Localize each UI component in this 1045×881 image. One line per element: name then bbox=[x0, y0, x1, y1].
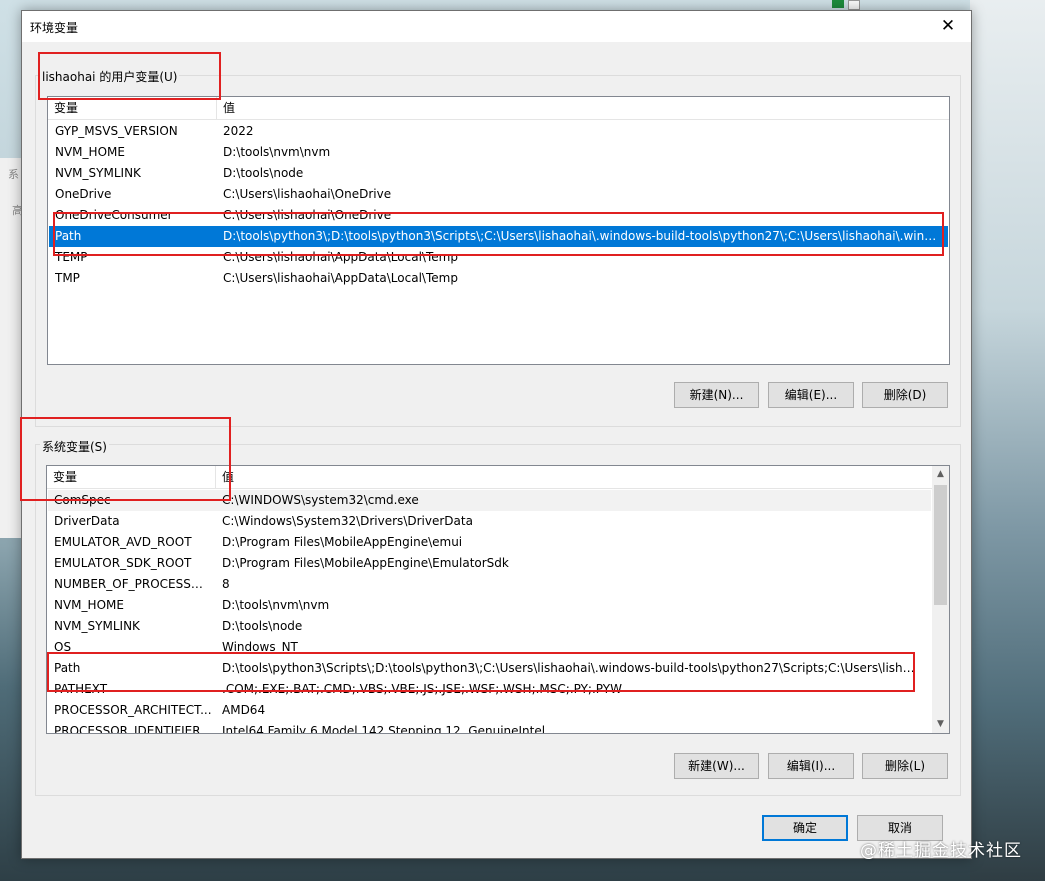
ok-button[interactable]: 确定 bbox=[762, 815, 848, 841]
variable-value: C:\WINDOWS\system32\cmd.exe bbox=[222, 493, 419, 507]
system-variables-label: 系统变量(S) bbox=[40, 438, 109, 455]
scroll-down-arrow-icon[interactable]: ▼ bbox=[932, 716, 949, 733]
table-row[interactable]: EMULATOR_SDK_ROOT D:\Program Files\Mobile… bbox=[48, 553, 931, 574]
table-row[interactable]: EMULATOR_AVD_ROOT D:\Program Files\Mobile… bbox=[48, 532, 931, 553]
variable-name: TEMP bbox=[55, 250, 88, 264]
variable-name: OneDriveConsumer bbox=[55, 208, 173, 222]
variable-name: Path bbox=[55, 229, 82, 243]
variable-value: C:\Users\lishaohai\OneDrive bbox=[223, 208, 392, 222]
variable-name: TMP bbox=[55, 271, 80, 285]
variable-name: PROCESSOR_IDENTIFIER bbox=[54, 724, 201, 734]
variable-value: D:\tools\node bbox=[223, 166, 304, 180]
variable-name: EMULATOR_SDK_ROOT bbox=[54, 556, 192, 570]
vertical-scrollbar[interactable]: ▲ ▼ bbox=[932, 466, 949, 733]
table-row[interactable]: TEMP C:\Users\lishaohai\AppData\Local\Tem… bbox=[49, 247, 948, 268]
variable-name: NUMBER_OF_PROCESSORS bbox=[54, 577, 212, 591]
variable-value: C:\Users\lishaohai\OneDrive bbox=[223, 187, 392, 201]
variable-value: D:\tools\node bbox=[222, 619, 303, 633]
variable-value: D:\Program Files\MobileAppEngine\emui bbox=[222, 535, 463, 549]
system-edit-button[interactable]: 编辑(I)... bbox=[768, 753, 854, 779]
list-header: 变量 值 bbox=[48, 97, 949, 120]
desktop-app-icon bbox=[832, 0, 844, 8]
variable-value: AMD64 bbox=[222, 703, 266, 717]
variable-name: OneDrive bbox=[55, 187, 112, 201]
variable-value: C:\Users\lishaohai\AppData\Local\Temp bbox=[223, 250, 458, 264]
watermark-text: @稀土掘金技术社区 bbox=[860, 841, 1022, 861]
variable-name: NVM_HOME bbox=[55, 145, 125, 159]
variable-value: Intel64 Family 6 Model 142 Stepping 12, … bbox=[222, 724, 546, 734]
variable-name: Path bbox=[54, 661, 81, 675]
desktop-wallpaper-strip bbox=[970, 0, 1045, 881]
scroll-up-arrow-icon[interactable]: ▲ bbox=[932, 466, 949, 483]
column-header-variable[interactable]: 变量 bbox=[47, 466, 216, 488]
variable-value: Windows_NT bbox=[222, 640, 298, 654]
background-window-title: 系 bbox=[8, 168, 19, 181]
system-delete-button[interactable]: 删除(L) bbox=[862, 753, 948, 779]
variable-name: EMULATOR_AVD_ROOT bbox=[54, 535, 192, 549]
variable-value: 2022 bbox=[223, 124, 254, 138]
window-title: 环境变量 bbox=[30, 21, 79, 35]
variable-value: C:\Users\lishaohai\AppData\Local\Temp bbox=[223, 271, 458, 285]
variable-name: NVM_SYMLINK bbox=[54, 619, 140, 633]
variable-name: NVM_SYMLINK bbox=[55, 166, 141, 180]
variable-value: D:\tools\nvm\nvm bbox=[223, 145, 331, 159]
variable-name: PATHEXT bbox=[54, 682, 108, 696]
system-new-button[interactable]: 新建(W)... bbox=[674, 753, 759, 779]
variable-name: NVM_HOME bbox=[54, 598, 124, 612]
desktop-window-icon bbox=[848, 0, 860, 10]
table-row[interactable]: NVM_HOME D:\tools\nvm\nvm bbox=[48, 595, 931, 616]
close-icon[interactable]: ✕ bbox=[925, 11, 971, 42]
table-row[interactable]: PROCESSOR_IDENTIFIER Intel64 Family 6 Mod… bbox=[48, 721, 931, 734]
user-delete-button[interactable]: 删除(D) bbox=[862, 382, 948, 408]
background-window: 系 高 bbox=[0, 158, 23, 538]
variable-name: DriverData bbox=[54, 514, 120, 528]
table-row[interactable]: NVM_SYMLINK D:\tools\node bbox=[49, 163, 948, 184]
table-row[interactable]: GYP_MSVS_VERSION 2022 bbox=[49, 121, 948, 142]
column-header-value[interactable]: 值 bbox=[217, 97, 949, 119]
variable-value: D:\tools\python3\Scripts\;D:\tools\pytho… bbox=[222, 661, 922, 675]
table-row[interactable]: DriverData C:\Windows\System32\Drivers\Dr… bbox=[48, 511, 931, 532]
scroll-thumb[interactable] bbox=[934, 485, 947, 605]
column-header-variable[interactable]: 变量 bbox=[48, 97, 217, 119]
user-edit-button[interactable]: 编辑(E)... bbox=[768, 382, 854, 408]
variable-value: D:\Program Files\MobileAppEngine\Emulato… bbox=[222, 556, 509, 570]
table-row[interactable]: OneDriveConsumer C:\Users\lishaohai\OneDr… bbox=[49, 205, 948, 226]
table-row[interactable]: NVM_HOME D:\tools\nvm\nvm bbox=[49, 142, 948, 163]
variable-name: ComSpec bbox=[54, 493, 111, 507]
table-row[interactable]: NVM_SYMLINK D:\tools\node bbox=[48, 616, 931, 637]
system-variables-list[interactable]: 变量 值 ComSpec C:\WINDOWS\system32\cmd.exe … bbox=[46, 465, 950, 734]
variable-value: D:\tools\python3\;D:\tools\python3\Scrip… bbox=[223, 229, 943, 243]
variable-value: 8 bbox=[222, 577, 230, 591]
table-row-selected[interactable]: Path D:\tools\python3\;D:\tools\python3\S… bbox=[49, 226, 948, 247]
table-row[interactable]: OS Windows_NT bbox=[48, 637, 931, 658]
variable-value: D:\tools\nvm\nvm bbox=[222, 598, 330, 612]
table-row[interactable]: PROCESSOR_ARCHITECT... AMD64 bbox=[48, 700, 931, 721]
table-row[interactable]: OneDrive C:\Users\lishaohai\OneDrive bbox=[49, 184, 948, 205]
user-new-button[interactable]: 新建(N)... bbox=[674, 382, 759, 408]
table-row[interactable]: TMP C:\Users\lishaohai\AppData\Local\Temp bbox=[49, 268, 948, 289]
table-row[interactable]: NUMBER_OF_PROCESSORS 8 bbox=[48, 574, 931, 595]
table-row[interactable]: Path D:\tools\python3\Scripts\;D:\tools\p… bbox=[48, 658, 931, 679]
table-row[interactable]: PATHEXT .COM;.EXE;.BAT;.CMD;.VBS;.VBE;.JS… bbox=[48, 679, 931, 700]
column-header-value[interactable]: 值 bbox=[216, 466, 932, 488]
title-bar: 环境变量 ✕ bbox=[22, 11, 971, 42]
environment-variables-dialog: 环境变量 ✕ lishaohai 的用户变量(U) 变量 值 GYP_MSVS_… bbox=[21, 10, 972, 859]
list-header: 变量 值 bbox=[47, 466, 932, 489]
variable-value: .COM;.EXE;.BAT;.CMD;.VBS;.VBE;.JS;.JSE;.… bbox=[222, 682, 622, 696]
variable-name: PROCESSOR_ARCHITECT... bbox=[54, 703, 212, 717]
user-variables-list[interactable]: 变量 值 GYP_MSVS_VERSION 2022 NVM_HOME D:\too… bbox=[47, 96, 950, 365]
variable-name: GYP_MSVS_VERSION bbox=[55, 124, 178, 138]
variable-value: C:\Windows\System32\Drivers\DriverData bbox=[222, 514, 473, 528]
user-variables-label: lishaohai 的用户变量(U) bbox=[40, 68, 180, 85]
table-row[interactable]: ComSpec C:\WINDOWS\system32\cmd.exe bbox=[48, 490, 931, 511]
variable-name: OS bbox=[54, 640, 72, 654]
